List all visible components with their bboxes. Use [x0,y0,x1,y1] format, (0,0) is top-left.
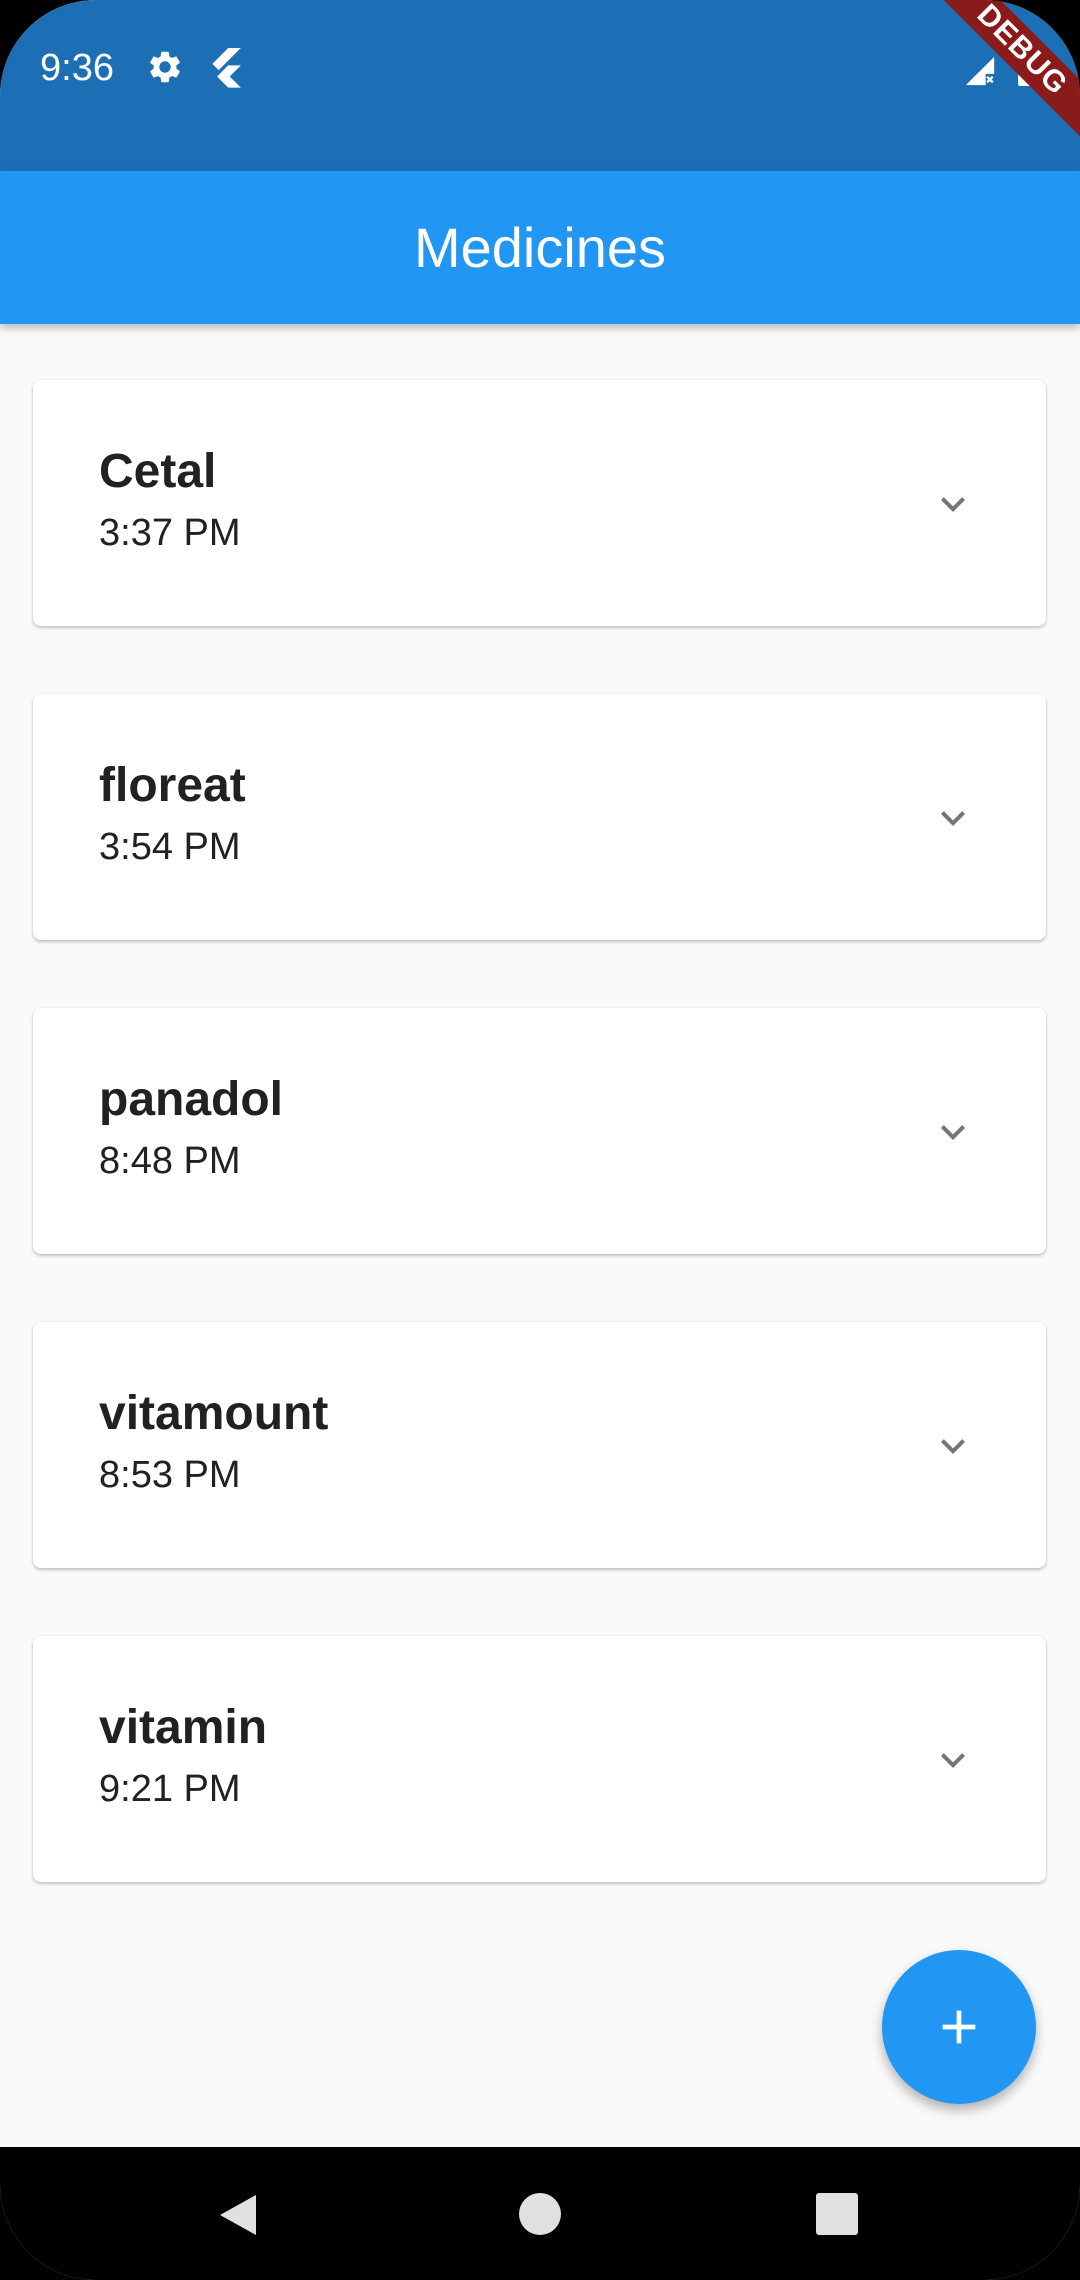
status-bar: 9:36 DEBUG [0,0,1080,171]
chevron-down-icon[interactable] [929,1736,977,1784]
medicine-name: Cetal [99,445,217,498]
app-bar: Medicines [0,171,1080,324]
add-medicine-button[interactable] [882,1950,1036,2104]
status-time: 9:36 [40,47,114,89]
medicine-name: floreat [99,759,246,812]
gear-icon [150,51,180,83]
medicine-time: 9:21 PM [99,1768,241,1810]
medicine-time: 8:48 PM [99,1140,241,1182]
home-icon[interactable] [519,2193,561,2235]
app-screen: 9:36 DEBUG Medicines Cetal 3:37 PM flore… [0,0,1080,2280]
medicine-card[interactable]: panadol 8:48 PM [33,1008,1046,1254]
plus-icon [942,2010,976,2044]
navigation-bar [0,2147,1080,2280]
medicine-card[interactable]: vitamin 9:21 PM [33,1636,1046,1882]
medicine-card[interactable]: Cetal 3:37 PM [33,380,1046,626]
page-title: Medicines [413,216,667,279]
recents-icon[interactable] [816,2193,858,2235]
chevron-down-icon[interactable] [929,1108,977,1156]
medicine-name: panadol [99,1073,284,1126]
chevron-down-icon[interactable] [929,480,977,528]
medicine-card[interactable]: vitamount 8:53 PM [33,1322,1046,1568]
medicine-time: 3:54 PM [99,826,241,868]
back-icon[interactable] [216,2191,260,2239]
signal-icon [965,56,995,86]
medicine-name: vitamount [99,1387,329,1440]
chevron-down-icon[interactable] [929,1422,977,1470]
medicine-time: 3:37 PM [99,512,241,554]
debug-banner: DEBUG [923,0,1080,149]
flutter-icon [212,48,241,88]
medicine-name: vitamin [99,1701,268,1754]
chevron-down-icon[interactable] [929,794,977,842]
medicine-time: 8:53 PM [99,1454,241,1496]
medicine-card[interactable]: floreat 3:54 PM [33,694,1046,940]
